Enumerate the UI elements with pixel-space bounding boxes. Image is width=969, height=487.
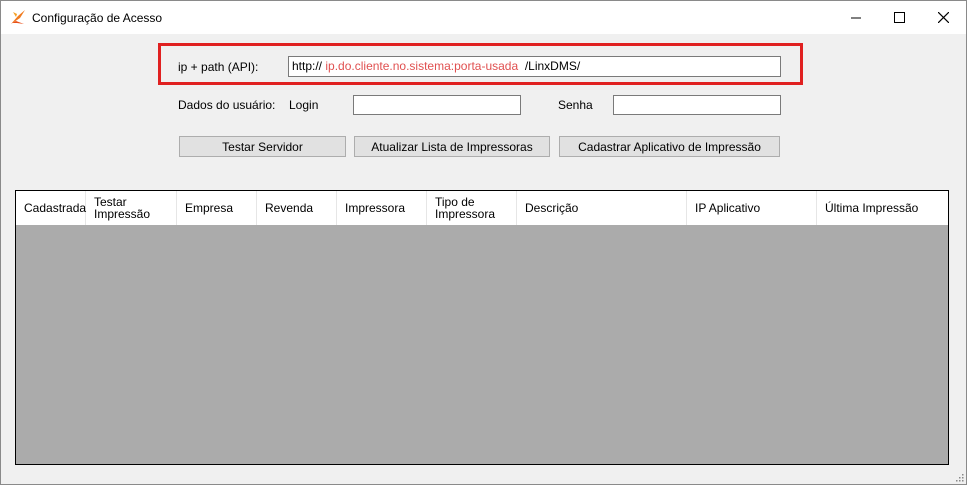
column-header-empresa[interactable]: Empresa	[177, 191, 257, 225]
close-icon	[937, 12, 949, 23]
column-header-descricao[interactable]: Descrição	[517, 191, 687, 225]
grid-header: Cadastrada Testar Impressão Empresa Reven…	[16, 191, 948, 225]
minimize-icon	[851, 17, 861, 18]
column-header-cadastrada[interactable]: Cadastrada	[16, 191, 86, 225]
api-label: ip + path (API):	[178, 60, 259, 74]
resize-grip-icon[interactable]	[956, 474, 964, 482]
minimize-button[interactable]	[833, 1, 879, 34]
test-server-button[interactable]: Testar Servidor	[179, 136, 346, 157]
password-label: Senha	[558, 98, 593, 112]
column-header-tipo-impressora[interactable]: Tipo de Impressora	[427, 191, 517, 225]
login-label: Login	[289, 98, 319, 112]
column-header-testar-impressao[interactable]: Testar Impressão	[86, 191, 177, 225]
column-header-impressora[interactable]: Impressora	[337, 191, 427, 225]
title-bar: Configuração de Acesso	[1, 1, 966, 34]
app-logo-icon	[11, 10, 25, 24]
close-button[interactable]	[920, 1, 966, 34]
access-config-window: Configuração de Acesso ip + path (API): …	[0, 0, 967, 485]
url-path: /LinxDMS/	[524, 59, 581, 73]
column-header-ip-aplicativo[interactable]: IP Aplicativo	[687, 191, 817, 225]
column-header-ultima-impressao[interactable]: Última Impressão	[817, 191, 948, 225]
user-data-label: Dados do usuário:	[178, 98, 276, 112]
form-body: ip + path (API): http:// ip.do.cliente.n…	[1, 34, 966, 484]
maximize-icon	[893, 12, 905, 23]
maximize-button[interactable]	[876, 1, 922, 34]
password-input[interactable]	[613, 95, 781, 115]
login-input[interactable]	[353, 95, 521, 115]
printers-grid[interactable]: Cadastrada Testar Impressão Empresa Reven…	[15, 190, 949, 465]
refresh-printers-button[interactable]: Atualizar Lista de Impressoras	[354, 136, 550, 157]
url-host: ip.do.cliente.no.sistema:porta-usada	[325, 59, 519, 73]
api-url-input[interactable]: http:// ip.do.cliente.no.sistema:porta-u…	[288, 56, 781, 77]
window-title: Configuração de Acesso	[32, 11, 163, 25]
register-print-app-button[interactable]: Cadastrar Aplicativo de Impressão	[559, 136, 780, 157]
column-header-revenda[interactable]: Revenda	[257, 191, 337, 225]
url-prefix: http://	[292, 59, 323, 73]
